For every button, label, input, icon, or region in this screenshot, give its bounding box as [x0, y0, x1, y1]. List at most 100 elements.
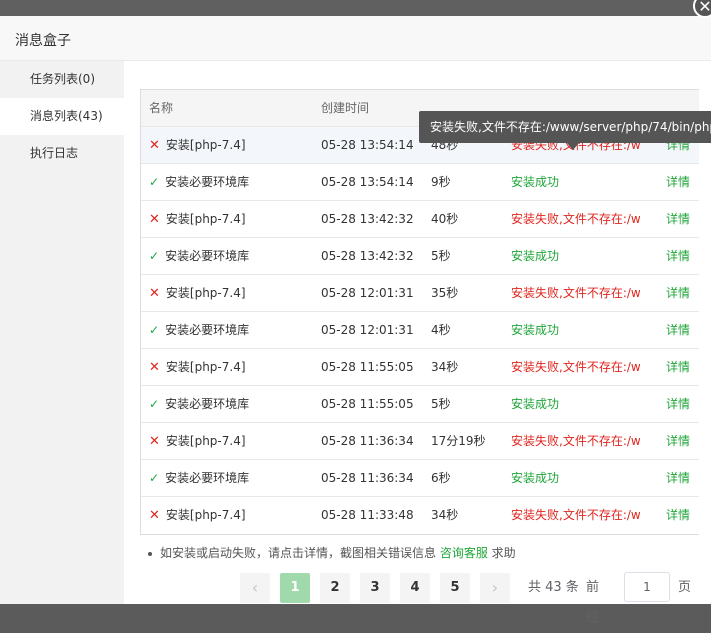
goto-page-input[interactable]: [624, 572, 670, 602]
details-link[interactable]: 详情: [666, 386, 700, 422]
message-list-panel: 名称 创建时间 ✕ 安装[php-7.4] 05-28 13:54:14 48秒 安装失…: [124, 61, 711, 625]
prev-page-button[interactable]: ‹: [240, 573, 270, 603]
status-text: 安装成功: [511, 397, 560, 411]
table-row: ✕ 安装[php-7.4] 05-28 11:33:48 34秒 安装失败,文件不存在:…: [141, 497, 699, 534]
details-link[interactable]: 详情: [666, 349, 700, 385]
dialog-header: 消息盒子: [0, 16, 711, 61]
details-link[interactable]: 详情: [666, 460, 700, 496]
task-name-cell: ✕ 安装[php-7.4]: [149, 275, 314, 311]
page-button-3[interactable]: 3: [360, 573, 390, 603]
created-time: 05-28 13:42:32: [321, 249, 414, 263]
tooltip-arrow: [567, 143, 579, 150]
help-tip: 如安装或启动失败，请点击详情，截图相关错误信息 咨询客服 求助: [148, 544, 516, 561]
status-text: 安装成功: [511, 471, 560, 485]
duration: 5秒: [431, 397, 451, 411]
check-icon: ✓: [149, 471, 160, 485]
task-name: 安装[php-7.4]: [165, 286, 246, 300]
bullet-icon: [148, 551, 152, 556]
details-link[interactable]: 详情: [666, 238, 700, 274]
help-tip-text: 如安装或启动失败，请点击详情，截图相关错误信息: [160, 546, 437, 560]
task-name-cell: ✓ 安装必要环境库: [149, 460, 314, 496]
status-text: 安装失败,文件不存在:/ww: [511, 212, 641, 226]
task-name: 安装必要环境库: [165, 323, 250, 337]
details-link[interactable]: 详情: [666, 164, 700, 200]
sidebar-item-tasks[interactable]: 任务列表(0): [0, 61, 124, 98]
created-time: 05-28 13:42:32: [321, 212, 414, 226]
duration: 34秒: [431, 360, 459, 374]
created-time: 05-28 13:54:14: [321, 138, 414, 152]
task-name-cell: ✓ 安装必要环境库: [149, 312, 314, 348]
table-row: ✓ 安装必要环境库 05-28 13:54:14 9秒 安装成功 详情: [141, 164, 699, 201]
table-row: ✕ 安装[php-7.4] 05-28 13:42:32 40秒 安装失败,文件不存在:…: [141, 201, 699, 238]
status-text: 安装成功: [511, 323, 560, 337]
page-button-2[interactable]: 2: [320, 573, 350, 603]
task-name: 安装必要环境库: [165, 249, 250, 263]
sidebar-item-logs[interactable]: 执行日志: [0, 135, 124, 172]
table-row: ✓ 安装必要环境库 05-28 11:55:05 5秒 安装成功 详情: [141, 386, 699, 423]
task-name-cell: ✕ 安装[php-7.4]: [149, 423, 314, 459]
help-tip-suffix: 求助: [487, 546, 516, 560]
cross-icon: ✕: [149, 286, 160, 301]
duration: 40秒: [431, 212, 459, 226]
message-table: 名称 创建时间 ✕ 安装[php-7.4] 05-28 13:54:14 48秒 安装失…: [140, 89, 699, 535]
duration: 17分19秒: [431, 434, 486, 448]
created-time: 05-28 11:55:05: [321, 360, 414, 374]
task-name: 安装必要环境库: [165, 175, 250, 189]
created-time: 05-28 11:36:34: [321, 471, 414, 485]
table-row: ✕ 安装[php-7.4] 05-28 11:36:34 17分19秒 安装失败,文件不…: [141, 423, 699, 460]
cross-icon: ✕: [149, 360, 160, 375]
duration: 5秒: [431, 249, 451, 263]
sidebar: 任务列表(0) 消息列表(43) 执行日志: [0, 61, 124, 604]
check-icon: ✓: [149, 249, 160, 263]
details-link[interactable]: 详情: [666, 275, 700, 311]
sidebar-item-messages[interactable]: 消息列表(43): [0, 98, 124, 135]
task-name: 安装[php-7.4]: [165, 434, 246, 448]
created-time: 05-28 12:01:31: [321, 286, 414, 300]
duration: 35秒: [431, 286, 459, 300]
task-name-cell: ✕ 安装[php-7.4]: [149, 127, 314, 163]
details-link[interactable]: 详情: [666, 201, 700, 237]
message-box-dialog: 消息盒子 任务列表(0) 消息列表(43) 执行日志 名称 创建时间 ✕ 安装[p…: [0, 16, 711, 625]
column-header-time: 创建时间: [321, 101, 370, 115]
total-count: 共 43 条: [528, 580, 579, 595]
details-link[interactable]: 详情: [666, 312, 700, 348]
details-link[interactable]: 详情: [666, 497, 700, 533]
duration: 34秒: [431, 508, 459, 522]
created-time: 05-28 11:33:48: [321, 508, 414, 522]
page-button-1[interactable]: 1: [280, 573, 310, 603]
contact-support-link[interactable]: 咨询客服: [440, 546, 488, 560]
task-name: 安装[php-7.4]: [165, 360, 246, 374]
status-tooltip: 安装失败,文件不存在:/www/server/php/74/bin/php: [419, 111, 711, 143]
table-row: ✓ 安装必要环境库 05-28 12:01:31 4秒 安装成功 详情: [141, 312, 699, 349]
window-top-bar: [0, 0, 711, 16]
task-name: 安装必要环境库: [165, 471, 250, 485]
task-name: 安装必要环境库: [165, 397, 250, 411]
task-name-cell: ✓ 安装必要环境库: [149, 164, 314, 200]
details-link[interactable]: 详情: [666, 423, 700, 459]
task-name-cell: ✕ 安装[php-7.4]: [149, 201, 314, 237]
cross-icon: ✕: [149, 212, 160, 227]
created-time: 05-28 12:01:31: [321, 323, 414, 337]
created-time: 05-28 11:36:34: [321, 434, 414, 448]
task-name-cell: ✕ 安装[php-7.4]: [149, 349, 314, 385]
cross-icon: ✕: [149, 138, 160, 153]
page-button-5[interactable]: 5: [440, 573, 470, 603]
page-suffix: 页: [678, 580, 692, 595]
created-time: 05-28 11:55:05: [321, 397, 414, 411]
cross-icon: ✕: [149, 508, 160, 523]
dialog-title: 消息盒子: [15, 33, 71, 49]
status-text: 安装失败,文件不存在:/ww: [511, 286, 641, 300]
task-name: 安装[php-7.4]: [165, 138, 246, 152]
task-name-cell: ✓ 安装必要环境库: [149, 238, 314, 274]
status-text: 安装失败,文件不存在:/ww: [511, 360, 641, 374]
status-text: 安装成功: [511, 175, 560, 189]
next-page-button[interactable]: ›: [480, 573, 510, 603]
status-text: 安装成功: [511, 249, 560, 263]
cross-icon: ✕: [149, 434, 160, 449]
duration: 6秒: [431, 471, 451, 485]
check-icon: ✓: [149, 397, 160, 411]
duration: 4秒: [431, 323, 451, 337]
status-text: 安装失败,文件不存在:/ww: [511, 508, 641, 522]
table-row: ✓ 安装必要环境库 05-28 13:42:32 5秒 安装成功 详情: [141, 238, 699, 275]
page-button-4[interactable]: 4: [400, 573, 430, 603]
